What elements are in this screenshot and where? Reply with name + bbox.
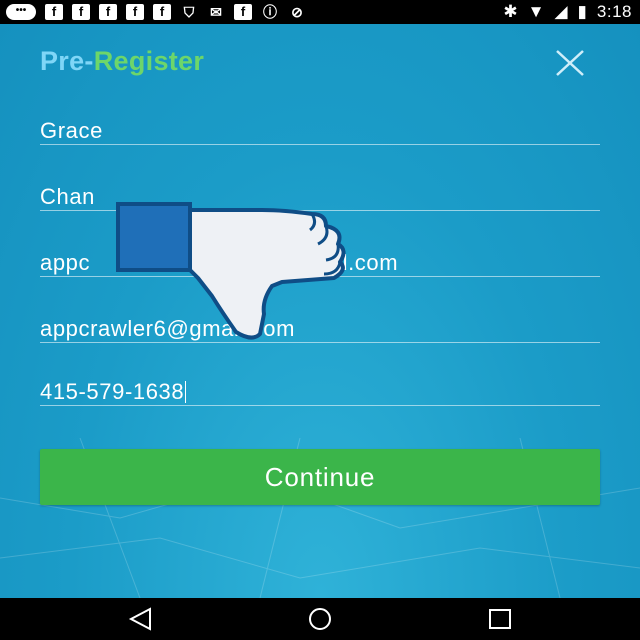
wifi-icon: ▼ (527, 2, 545, 21)
text-cursor (185, 381, 187, 403)
messages-icon: ••• (6, 4, 36, 20)
no-sim-icon: ⊘ (291, 4, 303, 20)
page-title: Pre-Register (40, 46, 204, 77)
first-name-field[interactable]: Grace (40, 104, 600, 145)
close-icon[interactable] (552, 48, 588, 78)
email-value-left: appc (40, 250, 91, 275)
home-icon[interactable] (305, 606, 335, 632)
phone-field[interactable]: 415-579-1638 (40, 365, 600, 406)
phone-value[interactable]: 415-579-1638 (40, 379, 600, 405)
status-bar: ••• f f f f f ⛉ ✉ f ⓘ ⊘ ✱ ▼ ◢ ▮ 3:18 (0, 0, 640, 24)
facebook-icon: f (126, 4, 144, 20)
pre-register-screen: Pre-Register Grace Chan appc il.com appcr… (0, 24, 640, 598)
facebook-icon: f (234, 4, 252, 20)
recents-icon[interactable] (485, 606, 515, 632)
facebook-icon: f (153, 4, 171, 20)
mail-icon: ✉ (210, 4, 222, 20)
navigation-bar (0, 598, 640, 640)
title-part-register: Register (93, 46, 205, 76)
bluetooth-icon: ✱ (503, 2, 518, 21)
thumbs-down-icon (116, 202, 346, 340)
facebook-icon: f (99, 4, 117, 20)
clock: 3:18 (596, 2, 632, 21)
back-icon[interactable] (126, 606, 156, 632)
shield-icon: ⛉ (183, 4, 195, 20)
phone-text: 415-579-1638 (40, 379, 185, 404)
battery-icon: ▮ (577, 2, 587, 21)
continue-button[interactable]: Continue (40, 449, 600, 505)
notification-icons: ••• f f f f f ⛉ ✉ f ⓘ ⊘ (6, 3, 306, 21)
title-part-pre: Pre- (40, 46, 94, 76)
info-icon: ⓘ (263, 4, 277, 20)
facebook-icon: f (45, 4, 63, 20)
signal-icon: ◢ (554, 2, 568, 21)
facebook-icon: f (72, 4, 90, 20)
first-name-value[interactable]: Grace (40, 118, 600, 144)
system-icons: ✱ ▼ ◢ ▮ 3:18 (503, 2, 632, 22)
